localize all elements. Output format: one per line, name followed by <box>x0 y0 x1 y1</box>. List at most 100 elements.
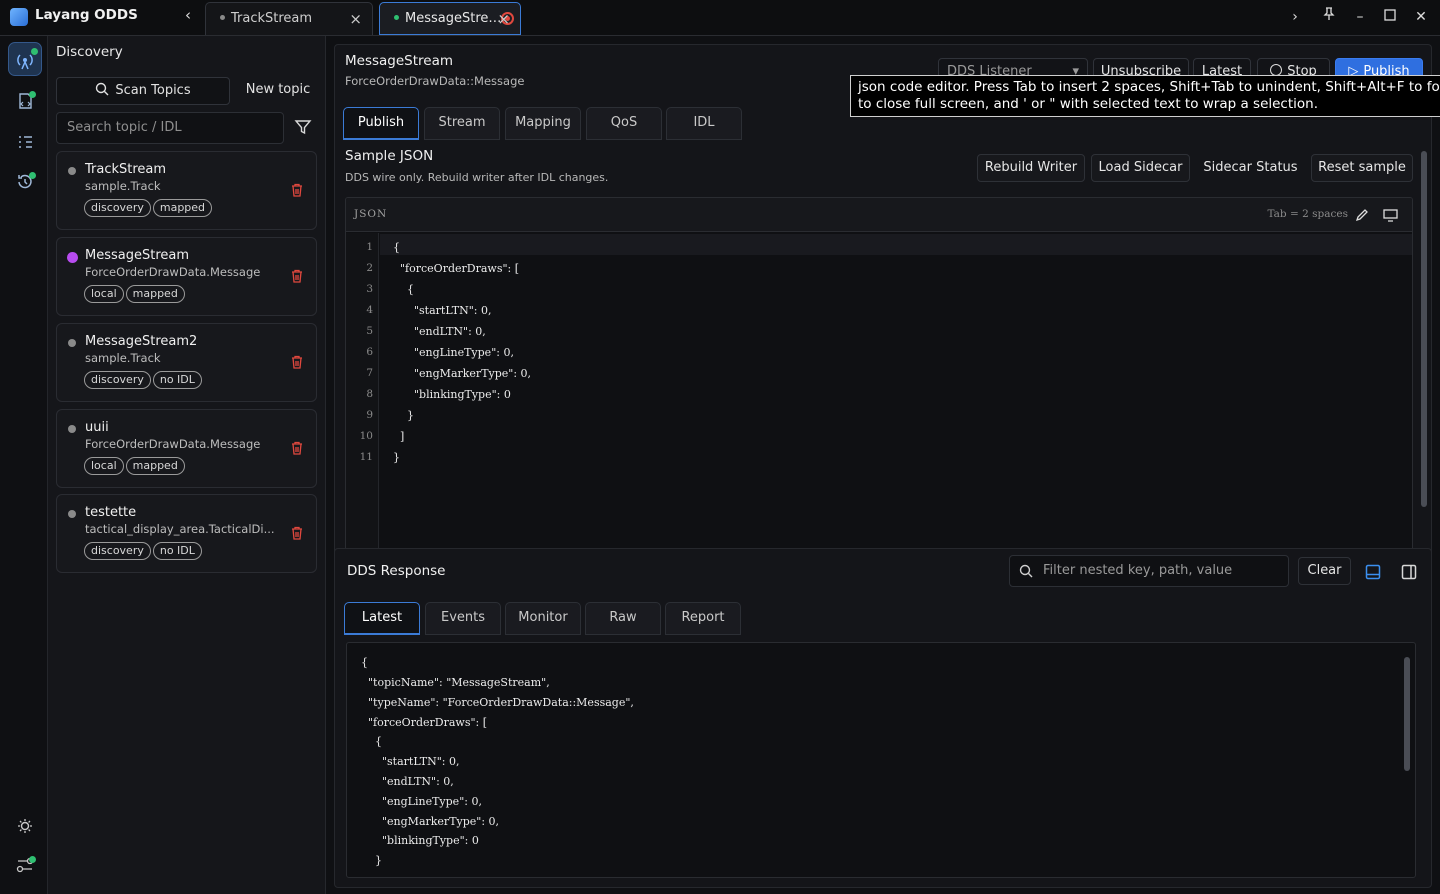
chip: discovery <box>84 371 151 389</box>
code-line: "engLineType": 0, <box>393 346 514 359</box>
tab-trackstream[interactable]: TrackStream × <box>205 2 373 35</box>
tree-rail-button[interactable] <box>8 125 42 159</box>
topic-search-input[interactable]: Search topic / IDL <box>56 112 284 144</box>
code-doc-icon <box>19 93 32 109</box>
code-line: ] <box>393 430 405 443</box>
rebuild-writer-button[interactable]: Rebuild Writer <box>977 154 1085 182</box>
code-line: "blinkingType": 0 <box>393 388 511 401</box>
line-number: 3 <box>366 283 373 295</box>
topic-name: testette <box>85 505 137 520</box>
topic-card-messagestream[interactable]: MessageStream ForceOrderDrawData.Message… <box>56 237 317 316</box>
chevron-left-icon[interactable]: ‹ <box>180 6 196 26</box>
filter-icon[interactable] <box>294 118 312 136</box>
search-icon <box>1019 564 1033 578</box>
line-number-gutter: 1 2 3 4 5 6 7 8 9 10 11 <box>346 233 379 574</box>
trash-icon[interactable] <box>291 183 303 197</box>
theme-rail-button[interactable] <box>8 809 42 843</box>
chip: mapped <box>125 457 185 475</box>
editor-scrollbar[interactable] <box>1421 151 1427 507</box>
load-sidecar-button[interactable]: Load Sidecar <box>1091 154 1190 182</box>
trash-icon[interactable] <box>291 526 303 540</box>
pencil-icon[interactable] <box>1355 208 1369 222</box>
chip: local <box>84 285 124 303</box>
tab-idl[interactable]: IDL <box>666 107 742 140</box>
trash-icon[interactable] <box>291 441 303 455</box>
reset-sample-button[interactable]: Reset sample <box>1311 154 1413 182</box>
code-line: { <box>393 241 400 254</box>
tab-monitor[interactable]: Monitor <box>505 602 581 635</box>
topic-card-uuii[interactable]: uuii ForceOrderDrawData.Message local map… <box>56 409 317 488</box>
trash-icon[interactable] <box>291 355 303 369</box>
line-number: 10 <box>359 430 373 442</box>
tooltip-line: json code editor. Press Tab to insert 2 … <box>858 79 1440 95</box>
topic-name: uuii <box>85 420 109 435</box>
new-topic-button[interactable]: New topic <box>238 77 318 105</box>
language-label: JSON <box>354 208 388 220</box>
mapping-rail-button[interactable] <box>8 83 42 117</box>
tab-label: MessageStre… <box>405 11 502 26</box>
history-rail-button[interactable] <box>8 164 42 198</box>
dds-response-panel: DDS Response Filter nested key, path, va… <box>334 548 1432 888</box>
tab-latest[interactable]: Latest <box>344 602 420 635</box>
trash-icon[interactable] <box>291 269 303 283</box>
maximize-icon[interactable] <box>1380 7 1400 27</box>
topic-type: sample.Track <box>85 179 161 193</box>
response-line: } <box>361 854 382 867</box>
discovery-rail-button[interactable] <box>8 42 42 76</box>
tab-mapping[interactable]: Mapping <box>505 107 581 140</box>
layout-bottom-icon[interactable] <box>1365 564 1381 580</box>
chip: local <box>84 457 124 475</box>
antenna-icon <box>17 54 33 70</box>
clear-button[interactable]: Clear <box>1298 557 1351 585</box>
topic-type: sample.Track <box>85 351 161 365</box>
editor-tooltip: json code editor. Press Tab to insert 2 … <box>850 75 1440 117</box>
pin-icon[interactable] <box>1319 7 1339 27</box>
tab-publish[interactable]: Publish <box>343 107 419 140</box>
tab-raw[interactable]: Raw <box>585 602 661 635</box>
topic-type: ForceOrderDrawData.Message <box>85 265 261 279</box>
sun-icon <box>18 819 32 833</box>
topic-name: TrackStream <box>85 162 167 177</box>
status-dot <box>68 510 76 518</box>
fullscreen-icon[interactable] <box>1383 208 1398 222</box>
activity-rail <box>0 36 48 894</box>
tab-events[interactable]: Events <box>425 602 501 635</box>
code-line: "startLTN": 0, <box>393 304 492 317</box>
minimize-icon[interactable]: – <box>1350 7 1370 27</box>
tab-status-dot <box>394 15 399 20</box>
window-close-icon[interactable]: ✕ <box>1411 7 1431 27</box>
topic-card-trackstream[interactable]: TrackStream sample.Track discovery mapped <box>56 151 317 230</box>
search-icon <box>96 82 109 96</box>
response-line: "topicName": "MessageStream", <box>361 676 550 689</box>
chip: discovery <box>84 199 151 217</box>
publish-panel: MessageStream ForceOrderDrawData::Messag… <box>334 44 1432 580</box>
response-filter-input[interactable]: Filter nested key, path, value <box>1009 555 1289 587</box>
tab-messagestream[interactable]: MessageStre… × <box>379 2 521 35</box>
tab-stream[interactable]: Stream <box>424 107 500 140</box>
close-icon[interactable]: × <box>349 10 362 28</box>
online-badge <box>29 172 36 179</box>
connections-rail-button[interactable] <box>8 848 42 882</box>
list-tree-icon <box>19 136 32 148</box>
json-editor[interactable]: JSON Tab = 2 spaces 1 2 3 4 5 6 7 8 9 10… <box>345 197 1413 575</box>
scan-topics-button[interactable]: Scan Topics <box>56 77 230 105</box>
response-scrollbar[interactable] <box>1404 657 1410 771</box>
topic-card-testette[interactable]: testette tactical_display_area.TacticalD… <box>56 494 317 573</box>
layout-side-icon[interactable] <box>1401 564 1417 580</box>
topic-card-messagestream2[interactable]: MessageStream2 sample.Track discovery no … <box>56 323 317 402</box>
sidecar-status-button[interactable]: Sidecar Status <box>1195 154 1306 182</box>
line-number: 11 <box>359 451 373 463</box>
tab-qos[interactable]: QoS <box>586 107 662 140</box>
online-badge <box>29 91 36 98</box>
discovery-sidebar: Discovery Scan Topics New topic Search t… <box>48 36 326 894</box>
tooltip-line: to close full screen, and ' or " with se… <box>858 96 1319 112</box>
line-number: 5 <box>366 325 373 337</box>
close-icon[interactable]: × <box>497 10 510 28</box>
code-line: "endLTN": 0, <box>393 325 486 338</box>
chevron-right-icon[interactable]: › <box>1285 7 1305 27</box>
section-subtitle: DDS wire only. Rebuild writer after IDL … <box>345 171 609 184</box>
tab-report[interactable]: Report <box>665 602 741 635</box>
response-json-view[interactable]: { "topicName": "MessageStream", "typeNam… <box>346 642 1416 878</box>
online-badge <box>31 48 38 55</box>
editor-header: JSON Tab = 2 spaces <box>346 198 1412 232</box>
